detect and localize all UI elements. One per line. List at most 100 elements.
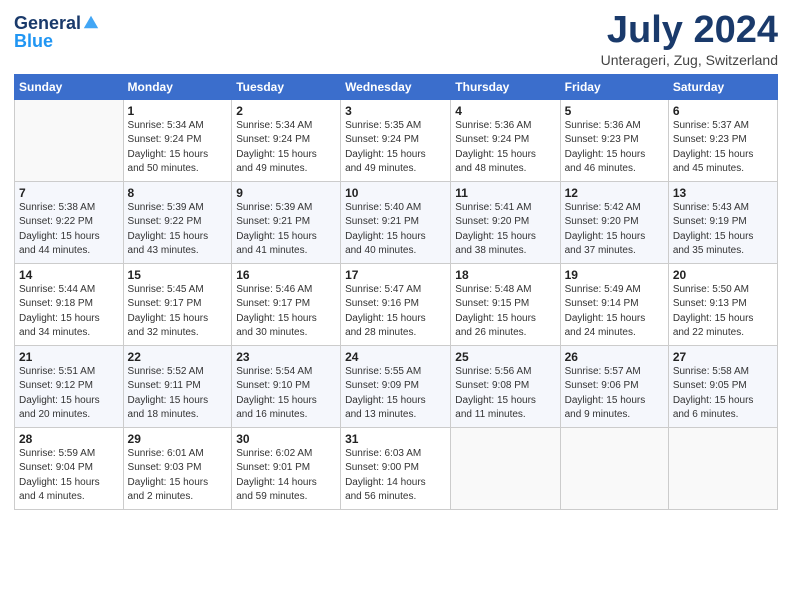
calendar-week-4: 21Sunrise: 5:51 AM Sunset: 9:12 PM Dayli… xyxy=(15,345,778,427)
page-container: General Blue July 2024 Unterageri, Zug, … xyxy=(0,0,792,518)
day-info: Sunrise: 5:57 AM Sunset: 9:06 PM Dayligh… xyxy=(565,365,664,423)
day-number: 17 xyxy=(345,268,446,282)
day-number: 24 xyxy=(345,350,446,364)
day-info: Sunrise: 5:51 AM Sunset: 9:12 PM Dayligh… xyxy=(19,365,119,423)
day-info: Sunrise: 5:39 AM Sunset: 9:21 PM Dayligh… xyxy=(236,201,336,259)
title-area: July 2024 Unterageri, Zug, Switzerland xyxy=(601,10,778,68)
day-info: Sunrise: 5:35 AM Sunset: 9:24 PM Dayligh… xyxy=(345,119,446,177)
day-info: Sunrise: 6:02 AM Sunset: 9:01 PM Dayligh… xyxy=(236,447,336,505)
calendar-cell: 3Sunrise: 5:35 AM Sunset: 9:24 PM Daylig… xyxy=(341,99,451,181)
day-number: 29 xyxy=(128,432,228,446)
calendar-cell: 14Sunrise: 5:44 AM Sunset: 9:18 PM Dayli… xyxy=(15,263,124,345)
day-info: Sunrise: 5:47 AM Sunset: 9:16 PM Dayligh… xyxy=(345,283,446,341)
calendar-cell: 28Sunrise: 5:59 AM Sunset: 9:04 PM Dayli… xyxy=(15,427,124,509)
day-info: Sunrise: 6:01 AM Sunset: 9:03 PM Dayligh… xyxy=(128,447,228,505)
weekday-header-saturday: Saturday xyxy=(668,74,777,99)
day-number: 8 xyxy=(128,186,228,200)
calendar-cell: 24Sunrise: 5:55 AM Sunset: 9:09 PM Dayli… xyxy=(341,345,451,427)
calendar-week-3: 14Sunrise: 5:44 AM Sunset: 9:18 PM Dayli… xyxy=(15,263,778,345)
day-number: 12 xyxy=(565,186,664,200)
day-number: 27 xyxy=(673,350,773,364)
calendar-cell: 31Sunrise: 6:03 AM Sunset: 9:00 PM Dayli… xyxy=(341,427,451,509)
day-info: Sunrise: 5:34 AM Sunset: 9:24 PM Dayligh… xyxy=(128,119,228,177)
day-info: Sunrise: 5:41 AM Sunset: 9:20 PM Dayligh… xyxy=(455,201,555,259)
calendar-week-2: 7Sunrise: 5:38 AM Sunset: 9:22 PM Daylig… xyxy=(15,181,778,263)
day-number: 15 xyxy=(128,268,228,282)
day-info: Sunrise: 5:50 AM Sunset: 9:13 PM Dayligh… xyxy=(673,283,773,341)
day-number: 19 xyxy=(565,268,664,282)
calendar-cell xyxy=(15,99,124,181)
weekday-header-row: SundayMondayTuesdayWednesdayThursdayFrid… xyxy=(15,74,778,99)
day-number: 4 xyxy=(455,104,555,118)
day-number: 13 xyxy=(673,186,773,200)
calendar-cell: 16Sunrise: 5:46 AM Sunset: 9:17 PM Dayli… xyxy=(232,263,341,345)
calendar-cell xyxy=(451,427,560,509)
calendar-cell: 1Sunrise: 5:34 AM Sunset: 9:24 PM Daylig… xyxy=(123,99,232,181)
day-info: Sunrise: 5:38 AM Sunset: 9:22 PM Dayligh… xyxy=(19,201,119,259)
calendar-cell: 26Sunrise: 5:57 AM Sunset: 9:06 PM Dayli… xyxy=(560,345,668,427)
day-info: Sunrise: 5:52 AM Sunset: 9:11 PM Dayligh… xyxy=(128,365,228,423)
calendar-cell: 10Sunrise: 5:40 AM Sunset: 9:21 PM Dayli… xyxy=(341,181,451,263)
calendar-cell: 29Sunrise: 6:01 AM Sunset: 9:03 PM Dayli… xyxy=(123,427,232,509)
day-number: 30 xyxy=(236,432,336,446)
calendar-cell: 18Sunrise: 5:48 AM Sunset: 9:15 PM Dayli… xyxy=(451,263,560,345)
month-title: July 2024 xyxy=(601,10,778,52)
day-number: 22 xyxy=(128,350,228,364)
day-info: Sunrise: 5:42 AM Sunset: 9:20 PM Dayligh… xyxy=(565,201,664,259)
logo-icon xyxy=(82,13,100,31)
weekday-header-monday: Monday xyxy=(123,74,232,99)
day-number: 20 xyxy=(673,268,773,282)
day-info: Sunrise: 5:56 AM Sunset: 9:08 PM Dayligh… xyxy=(455,365,555,423)
day-info: Sunrise: 5:45 AM Sunset: 9:17 PM Dayligh… xyxy=(128,283,228,341)
day-info: Sunrise: 5:43 AM Sunset: 9:19 PM Dayligh… xyxy=(673,201,773,259)
day-number: 16 xyxy=(236,268,336,282)
day-number: 5 xyxy=(565,104,664,118)
day-info: Sunrise: 5:59 AM Sunset: 9:04 PM Dayligh… xyxy=(19,447,119,505)
weekday-header-wednesday: Wednesday xyxy=(341,74,451,99)
day-number: 9 xyxy=(236,186,336,200)
calendar-week-5: 28Sunrise: 5:59 AM Sunset: 9:04 PM Dayli… xyxy=(15,427,778,509)
calendar-cell xyxy=(560,427,668,509)
weekday-header-tuesday: Tuesday xyxy=(232,74,341,99)
day-info: Sunrise: 5:40 AM Sunset: 9:21 PM Dayligh… xyxy=(345,201,446,259)
calendar-cell: 15Sunrise: 5:45 AM Sunset: 9:17 PM Dayli… xyxy=(123,263,232,345)
calendar-week-1: 1Sunrise: 5:34 AM Sunset: 9:24 PM Daylig… xyxy=(15,99,778,181)
calendar-cell: 12Sunrise: 5:42 AM Sunset: 9:20 PM Dayli… xyxy=(560,181,668,263)
calendar-cell: 17Sunrise: 5:47 AM Sunset: 9:16 PM Dayli… xyxy=(341,263,451,345)
day-number: 2 xyxy=(236,104,336,118)
calendar-cell: 21Sunrise: 5:51 AM Sunset: 9:12 PM Dayli… xyxy=(15,345,124,427)
day-number: 26 xyxy=(565,350,664,364)
calendar-cell: 4Sunrise: 5:36 AM Sunset: 9:24 PM Daylig… xyxy=(451,99,560,181)
weekday-header-sunday: Sunday xyxy=(15,74,124,99)
day-number: 25 xyxy=(455,350,555,364)
calendar-cell xyxy=(668,427,777,509)
day-info: Sunrise: 5:34 AM Sunset: 9:24 PM Dayligh… xyxy=(236,119,336,177)
day-number: 6 xyxy=(673,104,773,118)
calendar-cell: 9Sunrise: 5:39 AM Sunset: 9:21 PM Daylig… xyxy=(232,181,341,263)
day-info: Sunrise: 5:44 AM Sunset: 9:18 PM Dayligh… xyxy=(19,283,119,341)
day-number: 10 xyxy=(345,186,446,200)
day-info: Sunrise: 5:58 AM Sunset: 9:05 PM Dayligh… xyxy=(673,365,773,423)
calendar-cell: 8Sunrise: 5:39 AM Sunset: 9:22 PM Daylig… xyxy=(123,181,232,263)
calendar-cell: 13Sunrise: 5:43 AM Sunset: 9:19 PM Dayli… xyxy=(668,181,777,263)
calendar-cell: 20Sunrise: 5:50 AM Sunset: 9:13 PM Dayli… xyxy=(668,263,777,345)
calendar-cell: 2Sunrise: 5:34 AM Sunset: 9:24 PM Daylig… xyxy=(232,99,341,181)
calendar-cell: 22Sunrise: 5:52 AM Sunset: 9:11 PM Dayli… xyxy=(123,345,232,427)
calendar-cell: 30Sunrise: 6:02 AM Sunset: 9:01 PM Dayli… xyxy=(232,427,341,509)
day-number: 18 xyxy=(455,268,555,282)
day-number: 7 xyxy=(19,186,119,200)
day-number: 23 xyxy=(236,350,336,364)
logo: General Blue xyxy=(14,14,100,52)
day-info: Sunrise: 5:55 AM Sunset: 9:09 PM Dayligh… xyxy=(345,365,446,423)
calendar-cell: 27Sunrise: 5:58 AM Sunset: 9:05 PM Dayli… xyxy=(668,345,777,427)
day-info: Sunrise: 5:46 AM Sunset: 9:17 PM Dayligh… xyxy=(236,283,336,341)
day-number: 28 xyxy=(19,432,119,446)
day-number: 1 xyxy=(128,104,228,118)
day-info: Sunrise: 6:03 AM Sunset: 9:00 PM Dayligh… xyxy=(345,447,446,505)
day-number: 31 xyxy=(345,432,446,446)
day-number: 21 xyxy=(19,350,119,364)
calendar-cell: 11Sunrise: 5:41 AM Sunset: 9:20 PM Dayli… xyxy=(451,181,560,263)
calendar-table: SundayMondayTuesdayWednesdayThursdayFrid… xyxy=(14,74,778,510)
calendar-cell: 23Sunrise: 5:54 AM Sunset: 9:10 PM Dayli… xyxy=(232,345,341,427)
day-info: Sunrise: 5:36 AM Sunset: 9:24 PM Dayligh… xyxy=(455,119,555,177)
